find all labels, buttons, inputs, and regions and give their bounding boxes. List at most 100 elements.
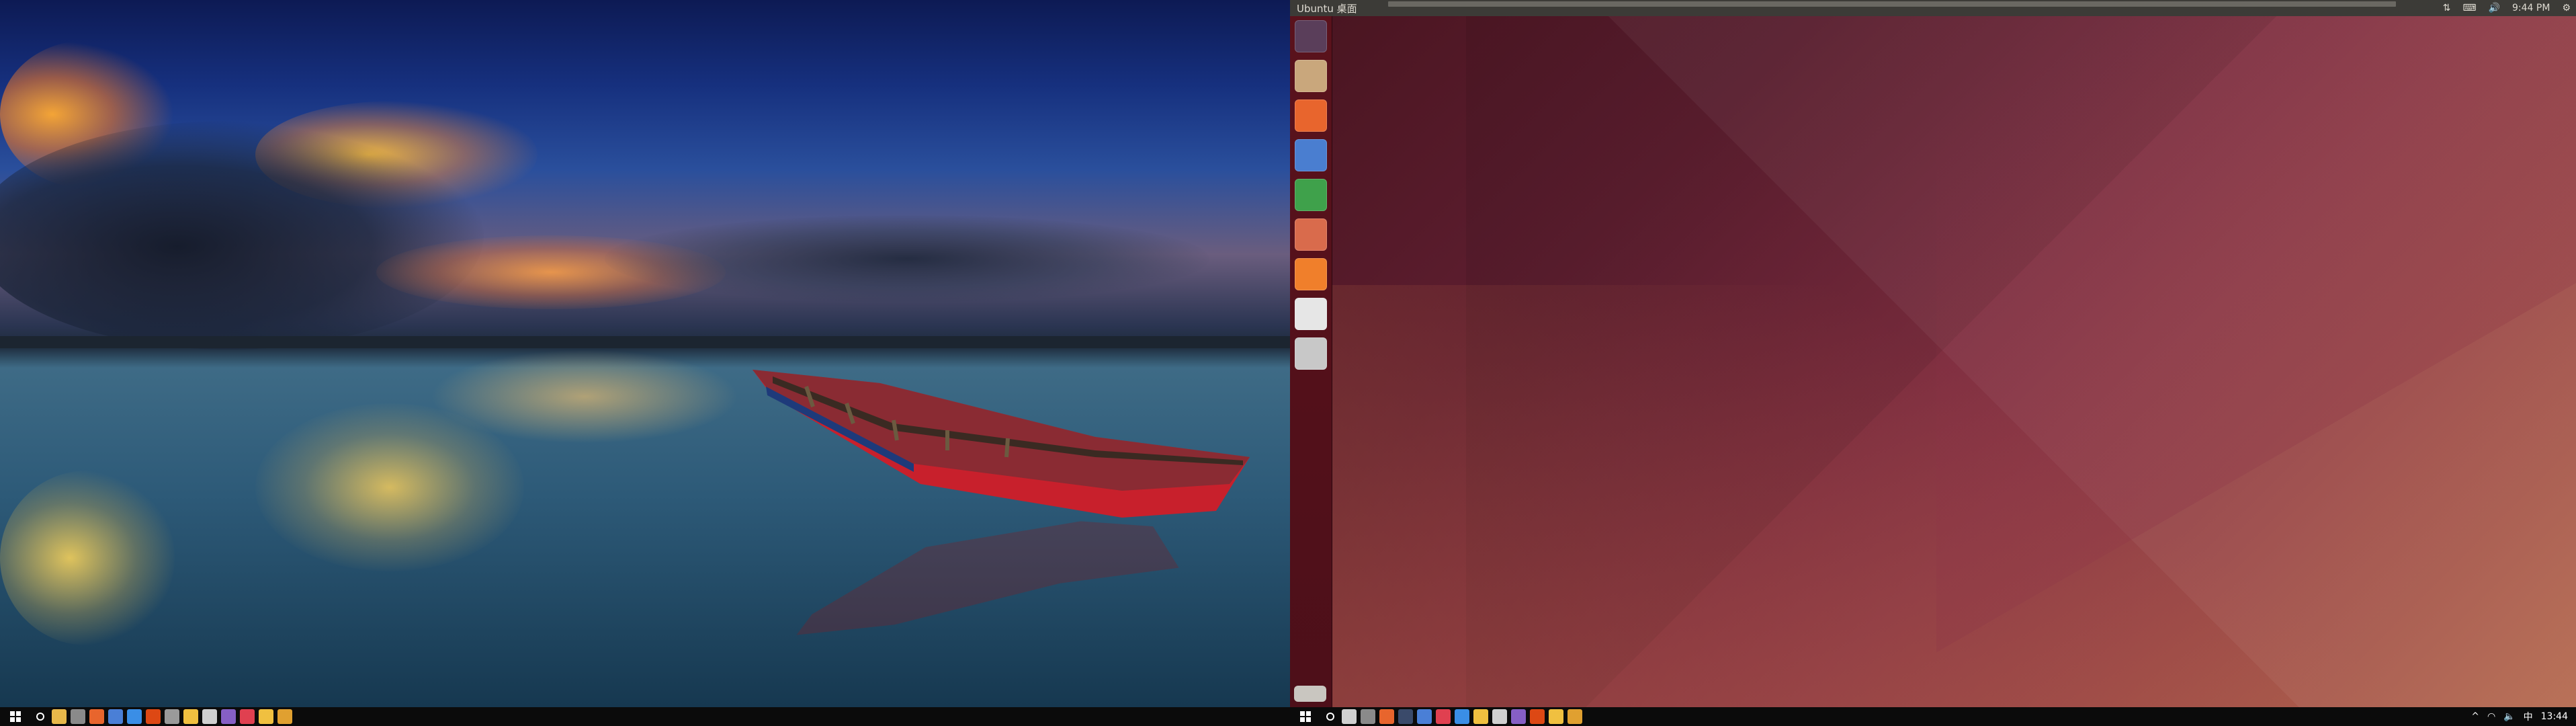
chrome-icon [202,709,217,724]
boat-reflection [796,521,1179,635]
taskbar-app-button[interactable] [1490,707,1509,726]
ubuntu-launcher [1290,16,1332,707]
calc-icon[interactable] [1295,179,1327,211]
ubuntu-top-panel: Ubuntu 桌面 ⇅ ⌨ 🔊 9:44 PM ⚙ [1290,0,2576,16]
gear-icon[interactable]: ⚙ [2562,3,2571,13]
storm-cloud [0,121,484,350]
media-icon [1436,709,1451,724]
windows-taskbar [0,707,1290,726]
windows-logo-icon [10,711,21,722]
folder-icon [1549,709,1563,724]
photos-icon [71,709,85,724]
firefox-icon [1379,709,1394,724]
ubuntu-vm-icon [146,709,161,724]
taskbar-app-button[interactable] [1528,707,1547,726]
volume-icon[interactable]: 🔊 [2489,3,2500,13]
taskbar-app-button[interactable] [219,707,238,726]
panel-clock[interactable]: 9:44 PM [2512,3,2550,13]
horizon-shoreline [0,336,1290,348]
chrome-icon [1492,709,1507,724]
ubuntu-wallpaper [1332,16,2576,707]
taskbar-clock[interactable]: 13:44 [2541,711,2568,722]
taskbar-app-button[interactable] [69,707,87,726]
keyboard-icon[interactable]: ⌨ [2462,3,2476,13]
taskbar-app-button[interactable] [200,707,219,726]
app-icon-blue [127,709,142,724]
windows-desktop-wallpaper [0,0,1290,707]
taskbar-app-button[interactable] [1547,707,1565,726]
firefox-icon [89,709,104,724]
amazon-icon[interactable] [1295,298,1327,330]
visual-studio-icon [1511,709,1526,724]
taskbar-app-button[interactable] [1359,707,1377,726]
folder-icon [259,709,273,724]
taskbar-app-button[interactable] [106,707,125,726]
settings-icon [165,709,179,724]
taskbar-app-button[interactable] [1340,707,1359,726]
panel-title: Ubuntu 桌面 [1297,2,1357,15]
cloud-streak [605,215,1209,302]
terminal-icon [1398,709,1413,724]
visual-studio-icon [221,709,236,724]
taskbar-pinned-apps [1340,707,1584,726]
media-icon [240,709,255,724]
water-reflection [0,471,175,645]
store-icon [108,709,123,724]
wifi-icon[interactable]: ◠ [2487,711,2495,722]
chrome-icon [1342,709,1357,724]
panel-title-strip [1388,1,2396,7]
archive-icon [277,709,292,724]
wallpaper-facet [1936,16,2576,707]
taskbar-app-button[interactable] [1565,707,1584,726]
ubuntu-vm-icon [1530,709,1545,724]
taskbar-app-button[interactable] [144,707,163,726]
taskbar-app-button[interactable] [1509,707,1528,726]
red-boat [753,370,1250,518]
network-icon[interactable]: ⇅ [2443,3,2451,13]
archive-icon [1568,709,1582,724]
store-icon [1417,709,1432,724]
dash-icon[interactable] [1295,20,1327,52]
water-reflection [430,350,739,444]
file-explorer-icon [52,709,67,724]
taskbar-app-button[interactable] [181,707,200,726]
taskbar-app-button[interactable] [1415,707,1434,726]
search-icon [1326,713,1334,721]
system-settings-icon[interactable] [1295,337,1327,370]
windows-taskbar-secondary: ^ ◠ 🔈 中 13:44 [1290,707,2576,726]
ubuntu-vm-desktop: Ubuntu 桌面 ⇅ ⌨ 🔊 9:44 PM ⚙ [1290,0,2576,707]
windows-logo-icon [1300,711,1311,722]
search-button[interactable] [1321,707,1340,726]
files-icon[interactable] [1295,60,1327,92]
folder-icon [183,709,198,724]
taskbar-app-button[interactable] [87,707,106,726]
taskbar-app-button[interactable] [238,707,257,726]
folder-icon [1473,709,1488,724]
taskbar-app-button[interactable] [1434,707,1453,726]
photos-icon [1361,709,1375,724]
system-tray: ^ ◠ 🔈 中 13:44 [2471,707,2576,726]
taskbar-app-button[interactable] [1471,707,1490,726]
taskbar-app-button[interactable] [275,707,294,726]
software-center-icon[interactable] [1295,258,1327,290]
search-icon [36,713,44,721]
start-button[interactable] [1290,707,1321,726]
panel-indicators: ⇅ ⌨ 🔊 9:44 PM ⚙ [2443,0,2571,16]
taskbar-app-button[interactable] [50,707,69,726]
taskbar-app-button[interactable] [1396,707,1415,726]
taskbar-app-button[interactable] [257,707,275,726]
start-button[interactable] [0,707,31,726]
writer-icon[interactable] [1295,139,1327,171]
taskbar-app-button[interactable] [125,707,144,726]
trash-icon[interactable] [1294,686,1326,702]
taskbar-app-button[interactable] [163,707,181,726]
chevron-up-icon[interactable]: ^ [2471,711,2479,722]
volume-icon[interactable]: 🔈 [2503,711,2515,722]
search-button[interactable] [31,707,50,726]
edge-icon [1455,709,1469,724]
ime-indicator[interactable]: 中 [2524,710,2533,723]
taskbar-app-button[interactable] [1377,707,1396,726]
taskbar-app-button[interactable] [1453,707,1471,726]
firefox-icon[interactable] [1295,99,1327,132]
impress-icon[interactable] [1295,218,1327,251]
